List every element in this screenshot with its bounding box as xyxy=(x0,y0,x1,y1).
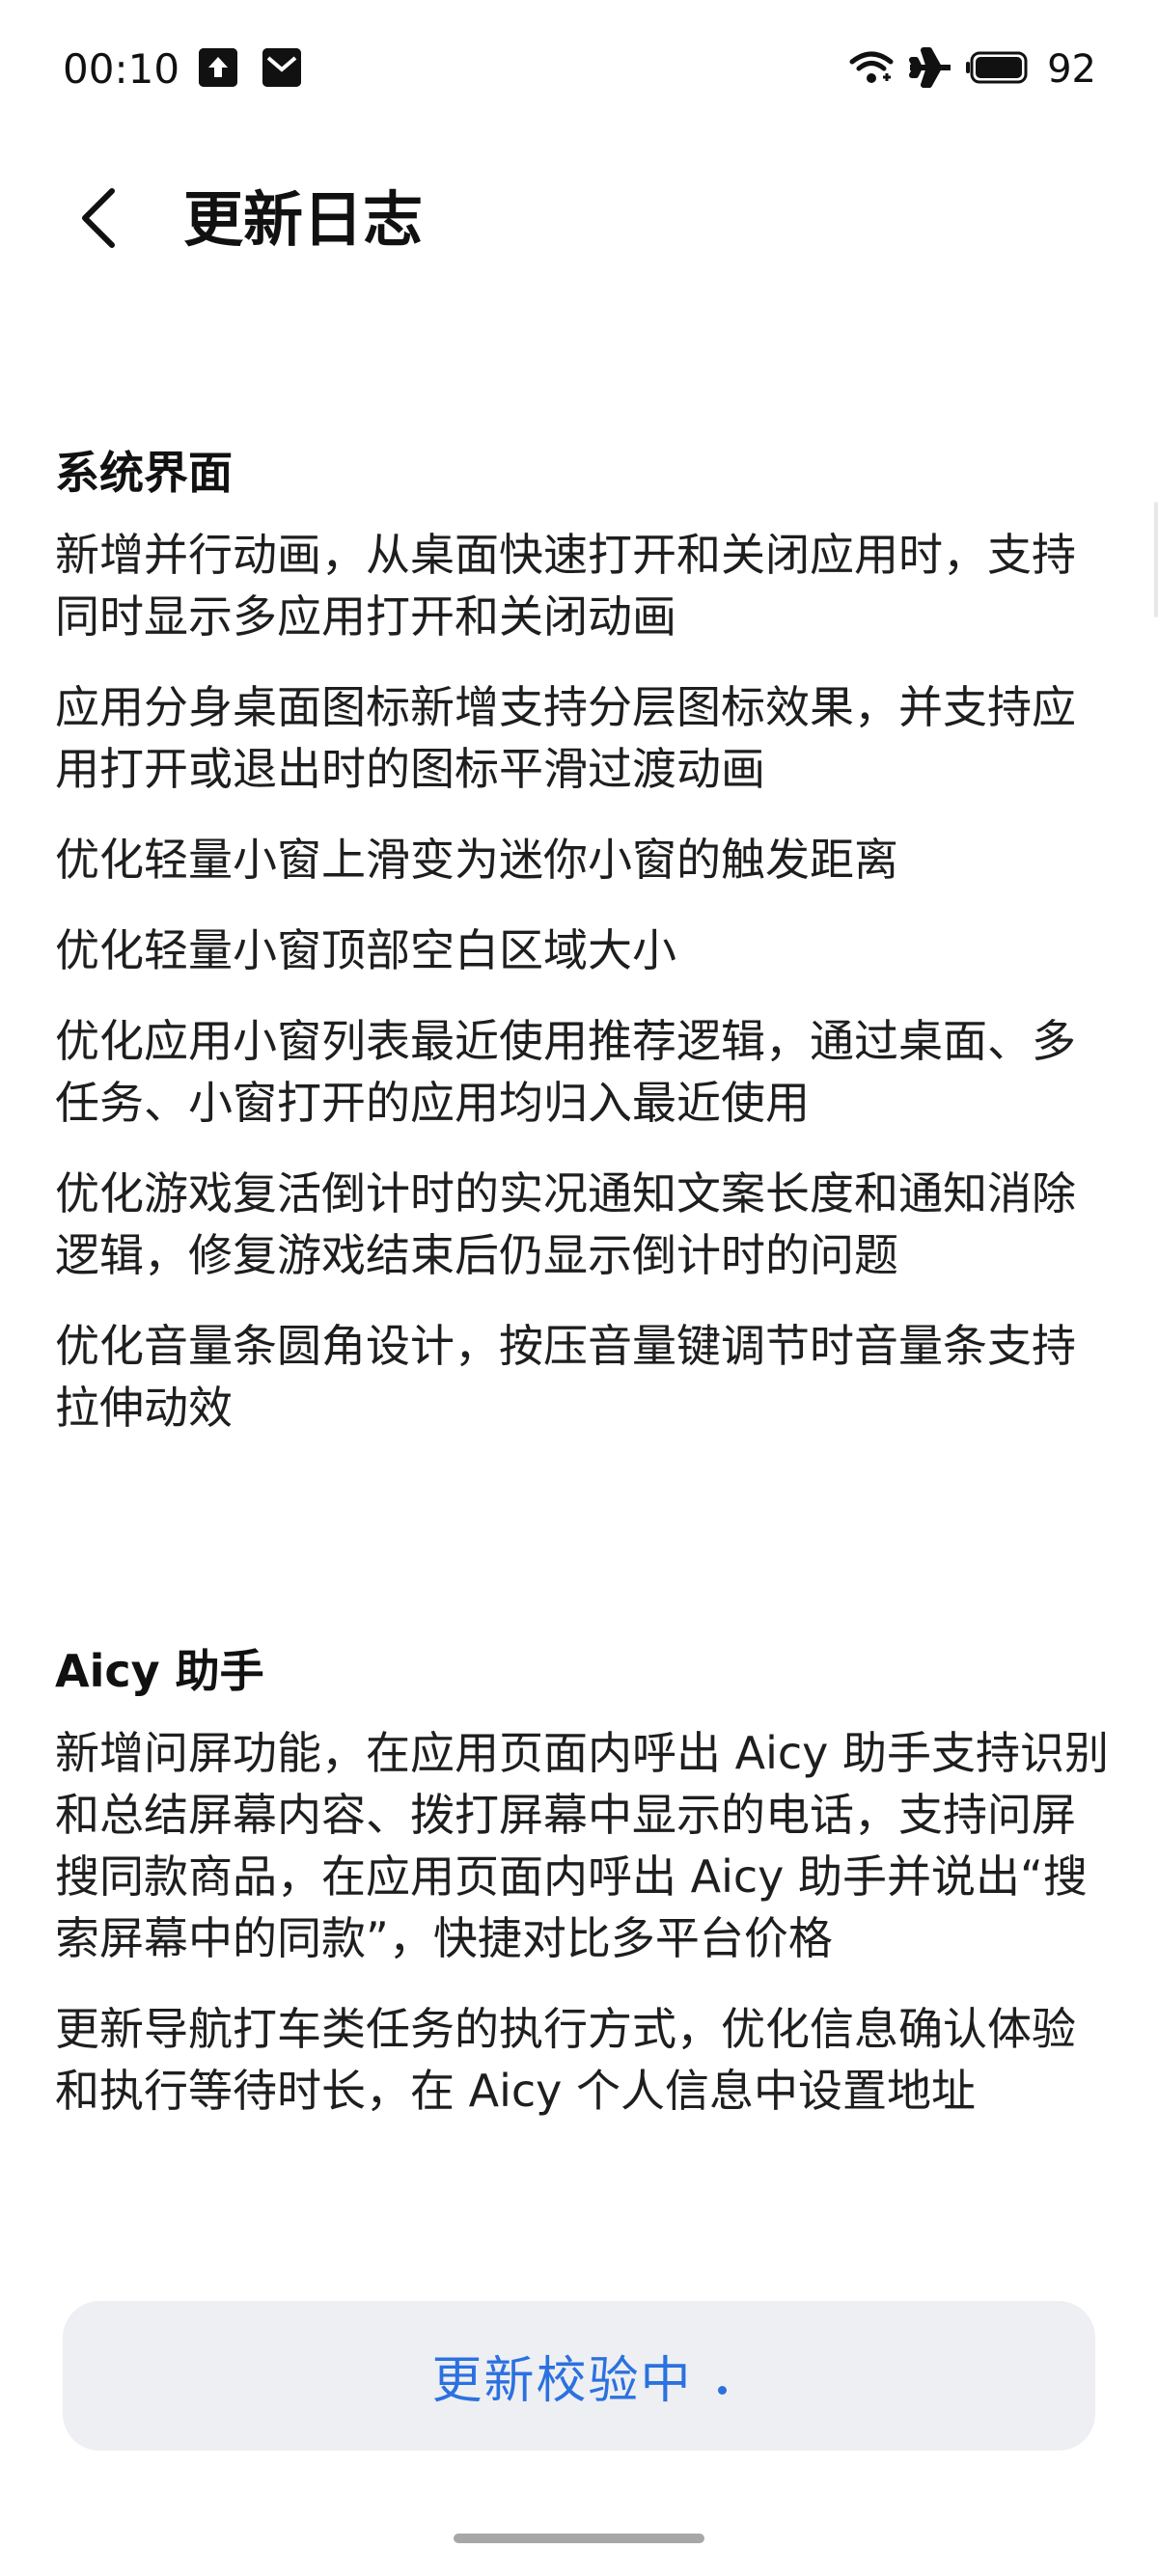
home-indicator[interactable] xyxy=(454,2534,704,2543)
list-item: 优化轻量小窗顶部空白区域大小 xyxy=(55,924,676,976)
status-right-cluster: 92 xyxy=(848,42,1096,96)
changelog-content: 系统界面 新增并行动画，从桌面快速打开和关闭应用时，支持同时显示多应用打开和关闭… xyxy=(55,439,1117,2151)
mail-icon xyxy=(262,48,301,87)
wifi-icon xyxy=(848,48,895,91)
page-title: 更新日志 xyxy=(183,184,424,255)
list-item: 更新导航打车类任务的执行方式，优化信息确认体验和执行等待时长，在 Aicy 个人… xyxy=(55,2003,1076,2117)
section-system-ui: 系统界面 新增并行动画，从桌面快速打开和关闭应用时，支持同时显示多应用打开和关闭… xyxy=(55,439,1117,1439)
update-check-label: 更新校验中 xyxy=(431,2352,693,2410)
section-aicy-assistant: Aicy 助手 新增问屏功能，在应用页面内呼出 Aicy 助手支持识别和总结屏幕… xyxy=(55,1637,1117,2122)
section-title: 系统界面 xyxy=(55,447,233,499)
header: 更新日志 xyxy=(0,164,1158,280)
list-item: 优化音量条圆角设计，按压音量键调节时音量条支持拉伸动效 xyxy=(55,1320,1076,1434)
back-button[interactable] xyxy=(60,181,137,259)
list-item: 新增问屏功能，在应用页面内呼出 Aicy 助手支持识别和总结屏幕内容、拨打屏幕中… xyxy=(55,1727,1110,1964)
list-item: 优化应用小窗列表最近使用推荐逻辑，通过桌面、多任务、小窗打开的应用均归入最近使用 xyxy=(55,1015,1076,1129)
status-time: 00:10 xyxy=(63,45,180,93)
update-check-button[interactable]: 更新校验中 xyxy=(63,2301,1095,2451)
section-title: Aicy 助手 xyxy=(55,1645,264,1697)
status-bar: 00:10 92 xyxy=(0,0,1158,135)
back-arrow-icon xyxy=(77,187,120,253)
upload-icon xyxy=(199,48,237,87)
list-item: 优化轻量小窗上滑变为迷你小窗的触发距离 xyxy=(55,834,898,886)
battery-icon xyxy=(966,50,1030,89)
scrollbar[interactable] xyxy=(1154,502,1158,617)
list-item: 新增并行动画，从桌面快速打开和关闭应用时，支持同时显示多应用打开和关闭动画 xyxy=(55,529,1076,643)
battery-level: 92 xyxy=(1047,47,1096,92)
airplane-icon xyxy=(908,46,952,93)
list-item: 应用分身桌面图标新增支持分层图标效果，并支持应用打开或退出时的图标平滑过渡动画 xyxy=(55,681,1076,795)
loading-dot-icon xyxy=(717,2386,727,2395)
list-item: 优化游戏复活倒计时的实况通知文案长度和通知消除逻辑，修复游戏结束后仍显示倒计时的… xyxy=(55,1167,1076,1281)
